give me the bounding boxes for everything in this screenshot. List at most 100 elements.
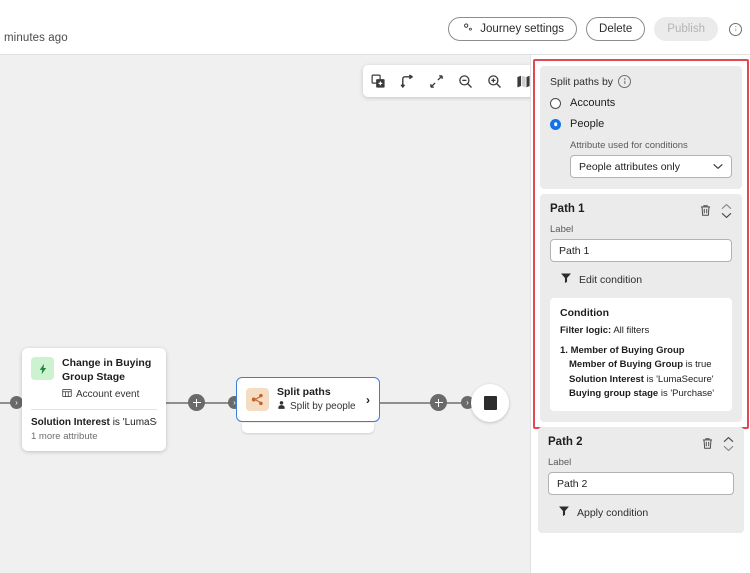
journey-settings-button[interactable]: Journey settings xyxy=(448,17,578,41)
publish-label: Publish xyxy=(667,23,705,35)
path-1-header: Path 1 xyxy=(550,203,732,220)
delete-button[interactable]: Delete xyxy=(586,17,646,41)
event-attribute-value: is 'LumaSec... xyxy=(112,416,157,428)
path-2-title: Path 2 xyxy=(548,436,583,448)
delete-label: Delete xyxy=(599,23,633,35)
radio-indicator-accounts xyxy=(550,97,561,109)
person-icon xyxy=(277,400,286,413)
event-node-card[interactable]: Change in Buying Group Stage Account eve… xyxy=(22,348,166,451)
event-more-attributes: 1 more attribute xyxy=(31,430,98,442)
top-bar-actions: Journey settings Delete Publish xyxy=(448,17,742,41)
path-block-2: Path 2 Label Path 2 Apply condition xyxy=(538,427,744,533)
split-node-stack-shadow xyxy=(242,423,374,433)
condition-rule-list: 1. Member of Buying Group Member of Buyi… xyxy=(560,344,722,401)
path-2-label-caption: Label xyxy=(548,457,572,468)
path-1-edit-condition-label: Edit condition xyxy=(579,274,643,286)
condition-rule-rest: is 'LumaSecure' xyxy=(646,373,714,385)
attribute-select[interactable]: People attributes only xyxy=(570,155,732,178)
split-node-title: Split paths xyxy=(277,386,331,398)
path-1-edit-condition-link[interactable]: Edit condition xyxy=(560,271,732,289)
radio-indicator-people xyxy=(550,118,561,130)
stop-square-icon xyxy=(483,396,497,410)
split-paths-by-section: Split paths by Accounts People Attribute… xyxy=(540,66,742,189)
map-overview-icon[interactable] xyxy=(514,72,530,91)
chevron-right-icon[interactable]: › xyxy=(366,394,370,406)
path-2-apply-condition-link[interactable]: Apply condition xyxy=(558,504,734,522)
fit-to-screen-icon[interactable] xyxy=(427,72,446,91)
zoom-out-icon[interactable] xyxy=(456,72,475,91)
condition-rule-line: Buying group stage is 'Purchase' xyxy=(569,387,722,401)
path-2-label-input[interactable] xyxy=(548,472,734,495)
path-2-header: Path 2 xyxy=(548,436,734,453)
journey-canvas[interactable]: › › › Change in Buying Group Stage Accou… xyxy=(0,55,530,573)
split-paths-by-label: Split paths by xyxy=(550,75,732,88)
split-paths-node[interactable]: Split paths Split by people › xyxy=(236,377,380,422)
gear-icon xyxy=(461,21,474,37)
split-node-subtitle: Split by people xyxy=(277,400,356,413)
radio-option-accounts[interactable]: Accounts xyxy=(550,97,732,109)
event-node-text: Change in Buying Group Stage Account eve… xyxy=(62,357,157,401)
publish-button: Publish xyxy=(654,17,718,41)
split-node-stack: Split paths Split by people › xyxy=(236,377,380,433)
canvas-toolbar xyxy=(363,65,530,97)
info-icon[interactable] xyxy=(729,22,742,36)
add-step-button-right[interactable] xyxy=(430,394,447,411)
split-node-text: Split paths Split by people xyxy=(277,386,356,413)
condition-rule-line: Solution Interest is 'LumaSecure' xyxy=(569,373,722,387)
add-step-button-left[interactable] xyxy=(188,394,205,411)
event-attribute-name: Solution Interest xyxy=(31,416,110,428)
condition-rule-rest: is 'Purchase' xyxy=(660,387,715,399)
event-node-type: Account event xyxy=(62,388,157,401)
condition-rule-group: 1. Member of Buying Group xyxy=(560,344,722,358)
condition-filter-logic-value: All filters xyxy=(613,325,650,336)
path-1-label-input[interactable] xyxy=(550,239,732,262)
reroute-icon[interactable] xyxy=(398,72,417,91)
condition-rule-field: Buying group stage xyxy=(569,387,659,399)
attribute-field-label: Attribute used for conditions xyxy=(570,140,688,151)
zoom-in-icon[interactable] xyxy=(485,72,504,91)
journey-end-node[interactable] xyxy=(471,384,509,422)
path-1-reorder-controls[interactable] xyxy=(721,203,732,220)
lightning-icon xyxy=(31,357,54,380)
condition-filter-logic-label: Filter logic: xyxy=(560,325,612,336)
filter-icon xyxy=(560,271,572,289)
condition-rule-line: Member of Buying Group is true xyxy=(569,358,722,372)
condition-rule-index: 1. xyxy=(560,345,568,356)
path-block-1: Path 1 Label Path 1 Edit condition Condi… xyxy=(540,194,742,422)
trash-icon[interactable] xyxy=(700,436,715,451)
split-paths-config-panel[interactable]: Split paths by Accounts People Attribute… xyxy=(530,55,750,573)
path-2-apply-condition-label: Apply condition xyxy=(577,507,649,519)
radio-option-people[interactable]: People xyxy=(550,118,732,130)
table-icon xyxy=(62,388,72,401)
condition-filter-logic: Filter logic: All filters xyxy=(560,325,722,336)
attribute-select-value: People attributes only xyxy=(579,160,680,173)
last-saved-status: minutes ago xyxy=(4,32,68,44)
chevron-up-icon[interactable] xyxy=(723,436,734,444)
radio-label-accounts: Accounts xyxy=(570,97,616,109)
duplicate-icon[interactable] xyxy=(369,72,388,91)
radio-label-people: People xyxy=(570,118,605,130)
condition-rule-rest: is true xyxy=(685,359,712,371)
event-node-attributes: Solution Interest is 'LumaSec... 1 more … xyxy=(22,410,166,451)
info-icon[interactable] xyxy=(618,75,632,88)
attribute-field-group: Attribute used for conditions People att… xyxy=(570,140,732,178)
journey-settings-label: Journey settings xyxy=(480,23,565,35)
trash-icon[interactable] xyxy=(698,203,713,218)
share-split-icon xyxy=(246,388,269,411)
condition-rule-field: Member of Buying Group xyxy=(569,359,683,371)
event-node-type-label: Account event xyxy=(76,388,140,400)
condition-title: Condition xyxy=(560,307,609,319)
event-node-header: Change in Buying Group Stage Account eve… xyxy=(22,348,166,409)
condition-rule-field: Solution Interest xyxy=(569,373,644,385)
top-bar: minutes ago Journey settings Delete Publ… xyxy=(0,0,750,55)
journey-builder-screen: minutes ago Journey settings Delete Publ… xyxy=(0,0,750,573)
path-2-reorder-controls[interactable] xyxy=(723,436,734,453)
path-1-label-caption: Label xyxy=(550,224,574,235)
chevron-down-icon[interactable] xyxy=(723,445,734,453)
chevron-down-icon[interactable] xyxy=(721,212,732,220)
chevron-up-icon[interactable] xyxy=(721,203,732,211)
split-node-subtitle-label: Split by people xyxy=(290,401,356,412)
highlighted-config-region: Split paths by Accounts People Attribute… xyxy=(533,59,749,429)
split-paths-by-caption: Split paths by xyxy=(550,75,614,88)
event-node-title: Change in Buying Group Stage xyxy=(62,357,152,383)
